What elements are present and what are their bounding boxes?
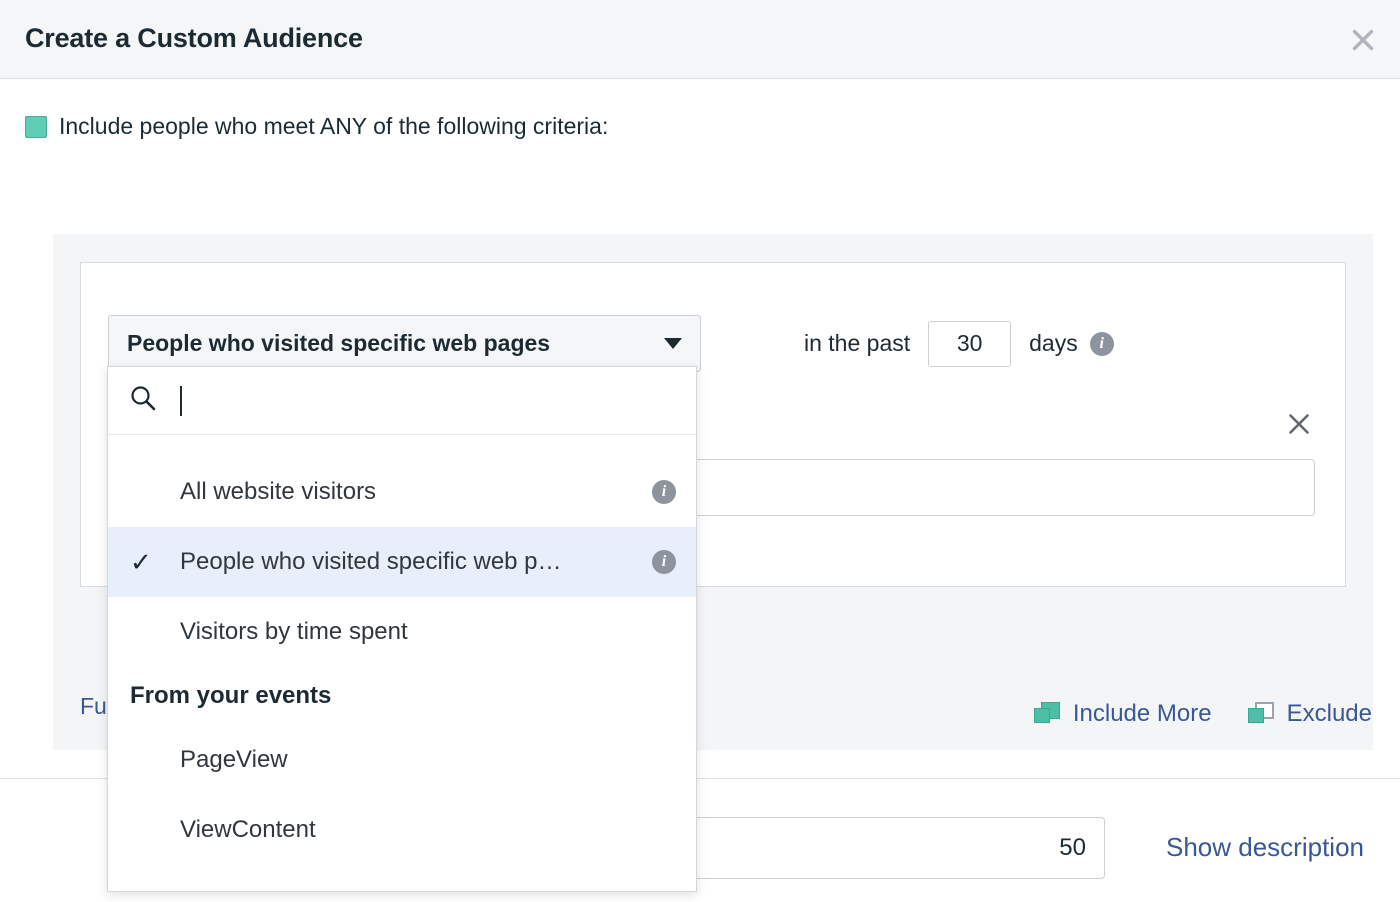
dropdown-item-specific-web-pages[interactable]: ✓ People who visited specific web p… i [108, 527, 696, 597]
retention-row: in the past days i [804, 315, 1114, 372]
dropdown-item-label: All website visitors [180, 478, 652, 506]
dropdown-list: All website visitors i ✓ People who visi… [108, 435, 696, 891]
chevron-down-icon [664, 338, 682, 349]
dropdown-search-input[interactable] [180, 384, 676, 418]
dropdown-item-pageview[interactable]: PageView [108, 725, 696, 795]
dropdown-search-row[interactable] [108, 367, 696, 435]
audience-type-selector[interactable]: People who visited specific web pages [108, 315, 701, 372]
audience-type-dropdown: All website visitors i ✓ People who visi… [107, 366, 697, 892]
audience-type-selector-label: People who visited specific web pages [127, 330, 654, 357]
remove-criteria-button[interactable] [1283, 410, 1315, 442]
further-refine-link[interactable]: Fu [80, 693, 107, 720]
close-modal-button[interactable] [1344, 21, 1382, 59]
info-icon[interactable]: i [652, 550, 676, 574]
retention-days-input[interactable] [928, 321, 1011, 367]
show-description-link[interactable]: Show description [1166, 832, 1364, 863]
info-icon[interactable]: i [1090, 332, 1114, 356]
page-title: Create a Custom Audience [25, 23, 363, 54]
dropdown-item-label: PageView [180, 746, 676, 774]
include-color-swatch [25, 116, 47, 138]
include-squares-icon [1034, 702, 1062, 726]
retention-prefix-label: in the past [804, 330, 910, 357]
dropdown-item-viewcontent[interactable]: ViewContent [108, 795, 696, 865]
close-icon [1350, 27, 1376, 53]
audience-actions: Include More Exclude [1034, 700, 1372, 728]
dropdown-group-header: From your events [108, 667, 696, 725]
dropdown-item-visitors-by-time-spent[interactable]: Visitors by time spent [108, 597, 696, 667]
include-criteria-label: Include people who meet ANY of the follo… [59, 113, 608, 140]
close-icon [1286, 411, 1312, 442]
include-criteria-row: Include people who meet ANY of the follo… [25, 113, 608, 140]
exclude-label: Exclude [1287, 700, 1372, 728]
dropdown-item-all-website-visitors[interactable]: All website visitors i [108, 457, 696, 527]
dropdown-item-label: People who visited specific web p… [180, 548, 652, 576]
include-more-label: Include More [1073, 700, 1212, 728]
retention-suffix-label: days [1029, 330, 1078, 357]
dropdown-item-label: Visitors by time spent [180, 618, 676, 646]
modal-header: Create a Custom Audience [0, 0, 1400, 79]
exclude-squares-icon [1248, 702, 1276, 726]
include-more-button[interactable]: Include More [1034, 700, 1212, 728]
dropdown-top-spacer [108, 435, 696, 457]
check-icon: ✓ [130, 549, 180, 575]
search-icon [128, 383, 158, 418]
exclude-button[interactable]: Exclude [1248, 700, 1372, 728]
text-cursor [180, 386, 182, 416]
dropdown-bottom-spacer [108, 865, 696, 891]
info-icon[interactable]: i [652, 480, 676, 504]
dropdown-item-label: ViewContent [180, 816, 676, 844]
